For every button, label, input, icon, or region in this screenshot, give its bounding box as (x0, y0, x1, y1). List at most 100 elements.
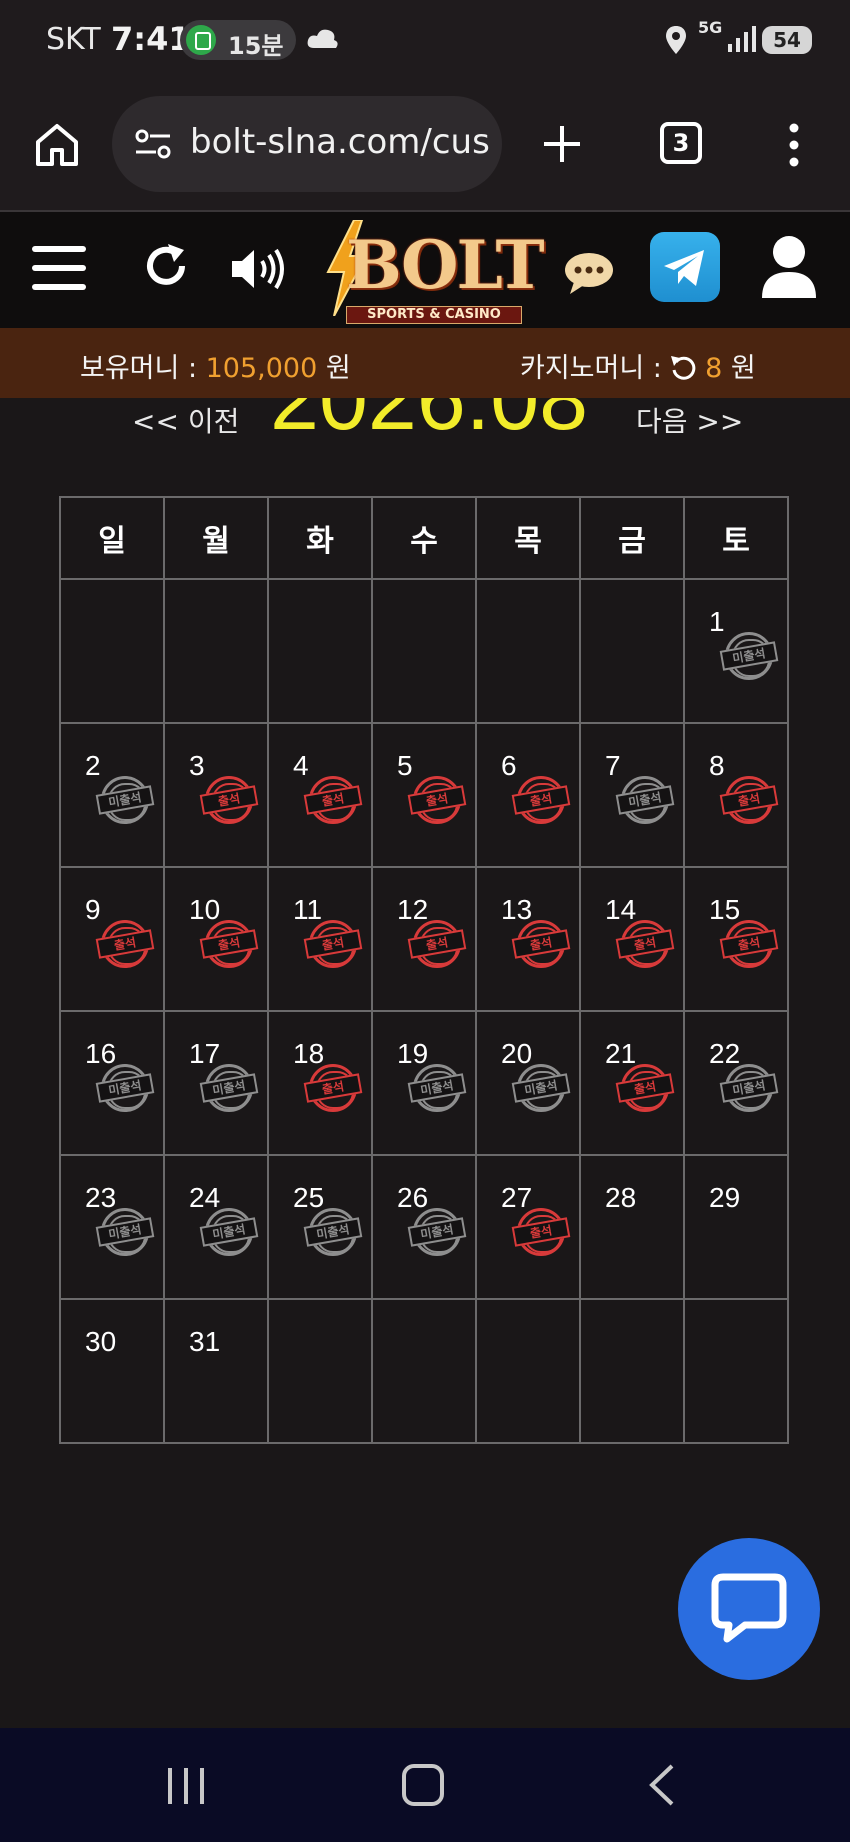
day-number: 8 (709, 750, 725, 781)
status-bar: SKT 7:41 15분 5G 54 (0, 0, 850, 82)
calendar-empty-cell (683, 1298, 789, 1444)
calendar-day-cell: 24 미출석 (163, 1154, 269, 1300)
absent-stamp-icon: 미출석 (407, 1208, 467, 1256)
reload-casino-money-icon[interactable] (670, 354, 696, 380)
calendar-day-cell: 14 출석 (579, 866, 685, 1012)
calendar-day-cell: 22 미출석 (683, 1010, 789, 1156)
logo-subtitle: SPORTS & CASINO (346, 306, 522, 324)
calendar-day-cell: 18 출석 (267, 1010, 373, 1156)
calendar-week-row: 2 미출석 3 출석 4 출석 5 출석 6 출석 7 미출석 8 출석 (59, 722, 789, 868)
carrier-label: SKT (46, 22, 101, 57)
calendar-day-cell: 7 미출석 (579, 722, 685, 868)
day-number: 2 (85, 750, 101, 781)
calendar-day-cell: 11 출석 (267, 866, 373, 1012)
calendar-day-cell: 26 미출석 (371, 1154, 477, 1300)
bus-icon (186, 25, 216, 55)
calendar-day-cell: 2 미출석 (59, 722, 165, 868)
held-money-unit: 원 (317, 353, 351, 384)
calendar-day-cell: 4 출석 (267, 722, 373, 868)
bus-notification-pill: 15분 (180, 20, 296, 60)
calendar-day-cell: 19 미출석 (371, 1010, 477, 1156)
attended-stamp-icon: 출석 (303, 776, 363, 824)
weekday-fri: 금 (579, 496, 685, 580)
day-number: 6 (501, 750, 517, 781)
calendar-empty-cell (371, 578, 477, 724)
calendar-week-row: 1 미출석 (59, 578, 789, 724)
calendar-day-cell: 6 출석 (475, 722, 581, 868)
calendar-empty-cell (579, 1298, 685, 1444)
bus-eta: 15분 (228, 32, 284, 60)
calendar-day-cell: 27 출석 (475, 1154, 581, 1300)
absent-stamp-icon: 미출석 (95, 776, 155, 824)
user-account-icon[interactable] (760, 234, 818, 300)
day-number: 7 (605, 750, 621, 781)
calendar-week-row: 23 미출석 24 미출석 25 미출석 26 미출석 27 출석 28 29 (59, 1154, 789, 1300)
absent-stamp-icon: 미출석 (615, 776, 675, 824)
site-header: BOLT SPORTS & CASINO (0, 212, 850, 328)
absent-stamp-icon: 미출석 (95, 1064, 155, 1112)
calendar-day-cell: 5 출석 (371, 722, 477, 868)
calendar-empty-cell (371, 1298, 477, 1444)
calendar-day-cell: 23 미출석 (59, 1154, 165, 1300)
weekday-tue: 화 (267, 496, 373, 580)
day-number: 28 (605, 1182, 637, 1213)
casino-money-label: 카지노머니 : (520, 353, 671, 384)
weekday-mon: 월 (163, 496, 269, 580)
absent-stamp-icon: 미출석 (719, 632, 779, 680)
url-text: bolt-slna.com/cus (190, 122, 490, 162)
sound-icon[interactable] (230, 246, 288, 292)
calendar-day-cell: 13 출석 (475, 866, 581, 1012)
refresh-icon[interactable] (140, 240, 192, 292)
absent-stamp-icon: 미출석 (303, 1208, 363, 1256)
location-icon (666, 26, 686, 54)
attended-stamp-icon: 출석 (719, 920, 779, 968)
calendar-day-cell: 31 (163, 1298, 269, 1444)
prev-month-link[interactable]: << 이전 (132, 400, 239, 440)
logo-word: BOLT (346, 226, 545, 304)
cloud-icon (307, 29, 338, 48)
hamburger-menu-icon[interactable] (32, 244, 86, 292)
day-number: 29 (709, 1182, 741, 1213)
calendar-day-cell: 30 (59, 1298, 165, 1444)
attended-stamp-icon: 출석 (199, 776, 259, 824)
chat-bubble-icon (711, 1573, 787, 1643)
weekday-sat: 토 (683, 496, 789, 580)
attended-stamp-icon: 출석 (511, 920, 571, 968)
home-nav-icon[interactable] (402, 1764, 444, 1806)
more-menu-icon[interactable] (784, 122, 804, 168)
day-number: 3 (189, 750, 205, 781)
attended-stamp-icon: 출석 (615, 1064, 675, 1112)
recent-apps-icon[interactable] (164, 1766, 208, 1806)
calendar-day-cell: 1 미출석 (683, 578, 789, 724)
calendar-day-cell: 20 미출석 (475, 1010, 581, 1156)
money-bar: 보유머니 : 105,000 원 카지노머니 : 8 원 (0, 328, 850, 398)
attended-stamp-icon: 출석 (95, 920, 155, 968)
absent-stamp-icon: 미출석 (199, 1208, 259, 1256)
battery-indicator: 54 (762, 26, 812, 54)
casino-money: 카지노머니 : 8 원 (520, 346, 756, 385)
back-nav-icon[interactable] (646, 1762, 676, 1808)
telegram-button[interactable] (650, 232, 720, 302)
weekday-wed: 수 (371, 496, 477, 580)
day-number: 9 (85, 894, 101, 925)
chat-icon[interactable] (564, 252, 614, 294)
weekday-sun: 일 (59, 496, 165, 580)
address-bar[interactable]: bolt-slna.com/cus (112, 96, 502, 192)
tab-switcher-button[interactable]: 3 (660, 122, 702, 164)
attended-stamp-icon: 출석 (511, 1208, 571, 1256)
calendar-empty-cell (475, 578, 581, 724)
live-chat-button[interactable] (678, 1538, 820, 1680)
signal-bars-icon (728, 26, 756, 52)
new-tab-icon[interactable] (540, 122, 584, 166)
day-number: 4 (293, 750, 309, 781)
next-month-link[interactable]: 다음 >> (636, 400, 743, 440)
bolt-logo[interactable]: BOLT SPORTS & CASINO (312, 220, 545, 324)
month-navigation: << 이전 2026.08 다음 >> (0, 398, 850, 450)
calendar-day-cell: 15 출석 (683, 866, 789, 1012)
day-number: 31 (189, 1326, 221, 1357)
browser-home-icon[interactable] (34, 122, 80, 168)
site-settings-icon[interactable] (134, 128, 172, 160)
held-money-label: 보유머니 : (80, 353, 206, 384)
calendar-empty-cell (267, 578, 373, 724)
attended-stamp-icon: 출석 (719, 776, 779, 824)
